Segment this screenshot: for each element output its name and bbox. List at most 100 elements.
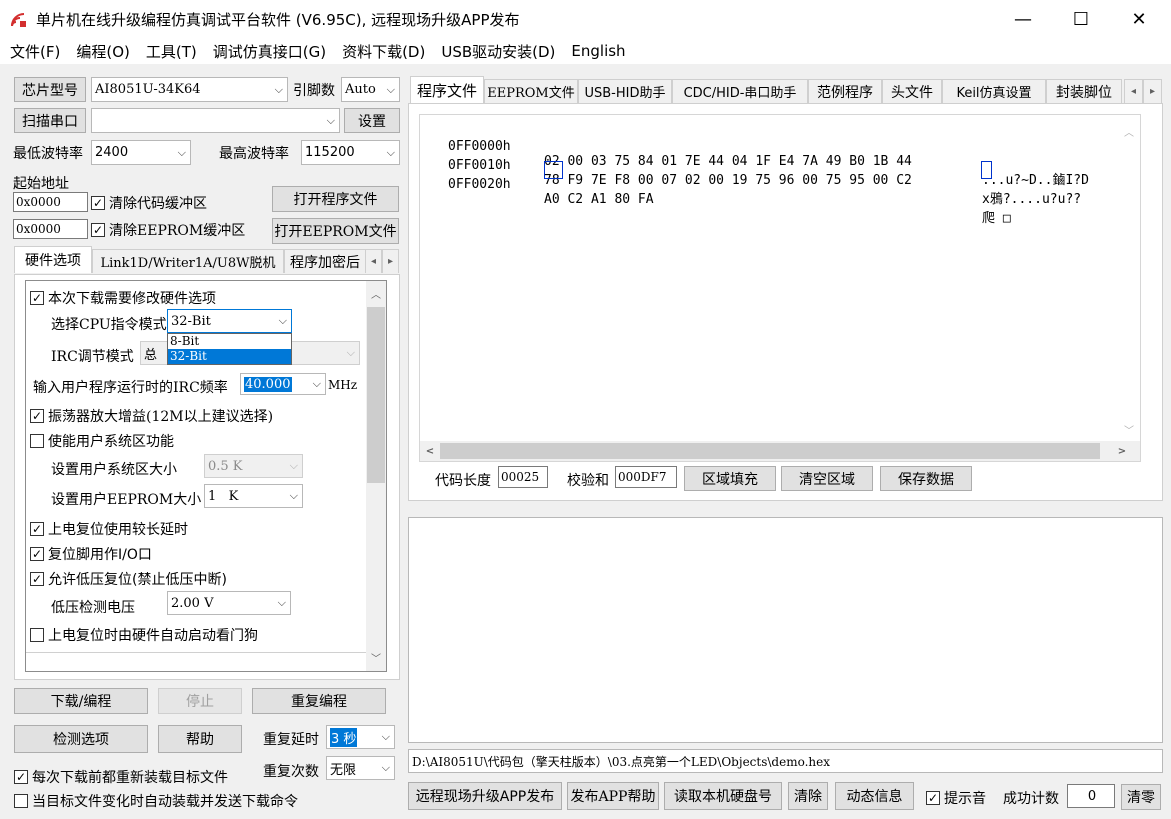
clear-eeprom-buffer-checkbox[interactable]: ✓ 清除EEPROM缓冲区 xyxy=(91,220,245,240)
repeat-delay-value: 3 秒 xyxy=(330,727,358,747)
tab-scroll-right-icon[interactable]: ▸ xyxy=(1143,79,1162,103)
cpu-mode-label: 选择CPU指令模式 xyxy=(51,317,167,333)
dynamic-info-button[interactable]: 动态信息 xyxy=(835,782,914,810)
read-disk-id-button[interactable]: 读取本机硬盘号 xyxy=(664,782,782,810)
tab-hardware-options[interactable]: 硬件选项 xyxy=(14,246,92,273)
chip-type-button[interactable]: 芯片型号 xyxy=(14,77,86,102)
check-icon: ✓ xyxy=(30,547,44,561)
menu-program[interactable]: 编程(O) xyxy=(68,41,138,62)
open-eeprom-file-button[interactable]: 打开EEPROM文件 xyxy=(272,218,399,244)
scan-port-button[interactable]: 扫描串口 xyxy=(14,108,86,133)
eeprom-size-select[interactable]: 1 K ⌵ xyxy=(204,484,303,508)
close-button[interactable]: ✕ xyxy=(1110,0,1168,38)
scroll-down-icon[interactable]: ﹀ xyxy=(1120,421,1138,437)
save-data-button[interactable]: 保存数据 xyxy=(880,466,972,491)
pin-count-value: Auto xyxy=(345,82,376,97)
irc-frequency-select[interactable]: 40.000 ⌵ xyxy=(240,373,326,395)
open-program-file-button[interactable]: 打开程序文件 xyxy=(272,186,399,212)
tab-examples[interactable]: 范例程序 xyxy=(808,79,882,103)
modify-hardware-checkbox[interactable]: ✓ 本次下载需要修改硬件选项 xyxy=(30,288,216,308)
scroll-thumb[interactable] xyxy=(440,443,1100,459)
reprogram-button[interactable]: 重复编程 xyxy=(252,688,386,714)
scroll-thumb[interactable] xyxy=(367,307,385,483)
low-voltage-value: 2.00 V xyxy=(171,595,214,611)
max-baud-select[interactable]: 115200 ⌵ xyxy=(301,140,400,165)
tab-keil-settings[interactable]: Keil仿真设置 xyxy=(942,79,1046,103)
publish-app-help-button[interactable]: 发布APP帮助 xyxy=(567,782,659,810)
chip-type-select[interactable]: AI8051U-34K64 ⌵ xyxy=(91,77,288,102)
sound-checkbox[interactable]: ✓ 提示音 xyxy=(926,788,986,808)
tab-encryption[interactable]: 程序加密后 xyxy=(284,249,366,273)
pin-count-select[interactable]: Auto ⌵ xyxy=(341,77,400,102)
tab-package-pins[interactable]: 封装脚位 xyxy=(1046,79,1122,103)
menu-tools[interactable]: 工具(T) xyxy=(138,41,205,62)
eeprom-size-value: 1 K xyxy=(208,488,239,504)
hardware-scrollbar[interactable]: ︿ ﹀ xyxy=(366,281,386,671)
tab-offline-writer[interactable]: Link1D/Writer1A/U8W脱机 xyxy=(92,249,284,273)
scroll-down-icon[interactable]: ﹀ xyxy=(366,649,386,665)
cpu-mode-option-8bit[interactable]: 8-Bit xyxy=(168,334,291,349)
tab-program-file[interactable]: 程序文件 xyxy=(410,76,484,103)
output-log[interactable] xyxy=(408,517,1163,743)
low-voltage-select[interactable]: 2.00 V ⌵ xyxy=(167,591,291,615)
cpu-mode-option-32bit[interactable]: 32-Bit xyxy=(168,349,291,364)
clear-code-buffer-checkbox[interactable]: ✓ 清除代码缓冲区 xyxy=(91,193,207,213)
long-delay-label: 上电复位使用较长延时 xyxy=(48,522,188,538)
repeat-count-select[interactable]: 无限 ⌵ xyxy=(326,756,395,780)
min-baud-select[interactable]: 2400 ⌵ xyxy=(91,140,191,165)
tab-usb-hid[interactable]: USB-HID助手 xyxy=(578,79,672,103)
help-button[interactable]: 帮助 xyxy=(158,725,242,753)
tab-header-files[interactable]: 头文件 xyxy=(882,79,942,103)
reload-before-download-checkbox[interactable]: ✓ 每次下载前都重新装载目标文件 xyxy=(14,767,228,787)
menu-english[interactable]: English xyxy=(563,42,633,60)
repeat-delay-select[interactable]: 3 秒 ⌵ xyxy=(326,725,395,749)
fill-area-button[interactable]: 区域填充 xyxy=(684,466,776,491)
watchdog-label: 上电复位时由硬件自动启动看门狗 xyxy=(48,628,258,644)
tab-scroll-left-icon[interactable]: ◂ xyxy=(1124,79,1143,103)
tab-scroll-left-icon[interactable]: ◂ xyxy=(365,249,382,273)
hex-view[interactable]: 0FF0000h 02 00 03 75 84 01 7E 44 04 1F E… xyxy=(419,114,1141,462)
user-system-area-label: 使能用户系统区功能 xyxy=(48,434,174,450)
publish-app-button[interactable]: 远程现场升级APP发布 xyxy=(408,782,562,810)
detect-options-button[interactable]: 检测选项 xyxy=(14,725,148,753)
chevron-down-icon: ⌵ xyxy=(274,82,283,96)
settings-button[interactable]: 设置 xyxy=(344,108,400,133)
scroll-up-icon[interactable]: ︿ xyxy=(1120,123,1138,139)
port-select[interactable]: ⌵ xyxy=(91,108,340,133)
scroll-left-icon[interactable]: < xyxy=(422,443,438,459)
reset-io-checkbox[interactable]: ✓ 复位脚用作I/O口 xyxy=(30,544,152,564)
chevron-down-icon: ⌵ xyxy=(289,489,298,502)
tab-cdc-hid-serial[interactable]: CDC/HID-串口助手 xyxy=(672,79,808,103)
reset-count-button[interactable]: 清零 xyxy=(1121,784,1161,810)
clear-log-button[interactable]: 清除 xyxy=(788,782,828,810)
scroll-right-icon[interactable]: > xyxy=(1114,443,1130,459)
watchdog-checkbox[interactable]: 上电复位时由硬件自动启动看门狗 xyxy=(30,625,258,645)
osc-gain-checkbox[interactable]: ✓ 振荡器放大增益(12M以上建议选择) xyxy=(30,406,273,426)
clear-eeprom-buffer-label: 清除EEPROM缓冲区 xyxy=(109,223,246,239)
success-count-label: 成功计数 xyxy=(1003,791,1059,807)
low-voltage-reset-checkbox[interactable]: ✓ 允许低压复位(禁止低压中断) xyxy=(30,569,227,589)
menu-downloads[interactable]: 资料下载(D) xyxy=(334,41,433,62)
long-delay-checkbox[interactable]: ✓ 上电复位使用较长延时 xyxy=(30,519,188,539)
user-system-area-checkbox[interactable]: 使能用户系统区功能 xyxy=(30,431,174,451)
chevron-down-icon: ⌵ xyxy=(381,761,390,774)
irc-frequency-label: 输入用户程序运行时的IRC频率 xyxy=(33,380,228,396)
download-program-button[interactable]: 下载/编程 xyxy=(14,688,148,714)
eeprom-address-field[interactable]: 0x0000 xyxy=(13,219,88,239)
minimize-button[interactable]: — xyxy=(994,0,1052,38)
scroll-up-icon[interactable]: ︿ xyxy=(366,285,386,301)
menu-usb-driver[interactable]: USB驱动安装(D) xyxy=(433,41,563,62)
auto-reload-checkbox[interactable]: 当目标文件变化时自动装载并发送下载命令 xyxy=(14,791,298,811)
tab-eeprom-file[interactable]: EEPROM文件 xyxy=(484,79,578,103)
low-voltage-label: 低压检测电压 xyxy=(51,600,135,616)
cpu-mode-select[interactable]: 32-Bit ⌵ xyxy=(167,309,292,333)
hex-horizontal-scrollbar[interactable]: < > xyxy=(420,441,1140,461)
clear-area-button[interactable]: 清空区域 xyxy=(781,466,873,491)
menu-file[interactable]: 文件(F) xyxy=(2,41,68,62)
chevron-down-icon: ⌵ xyxy=(326,113,335,127)
maximize-button[interactable]: ☐ xyxy=(1052,0,1110,38)
code-address-field[interactable]: 0x0000 xyxy=(13,192,88,212)
menu-debug[interactable]: 调试仿真接口(G) xyxy=(205,41,334,62)
hex-line: 0FF0020h A0 C2 A1 80 FA 爬 □ xyxy=(448,162,1011,237)
tab-scroll-right-icon[interactable]: ▸ xyxy=(382,249,399,273)
